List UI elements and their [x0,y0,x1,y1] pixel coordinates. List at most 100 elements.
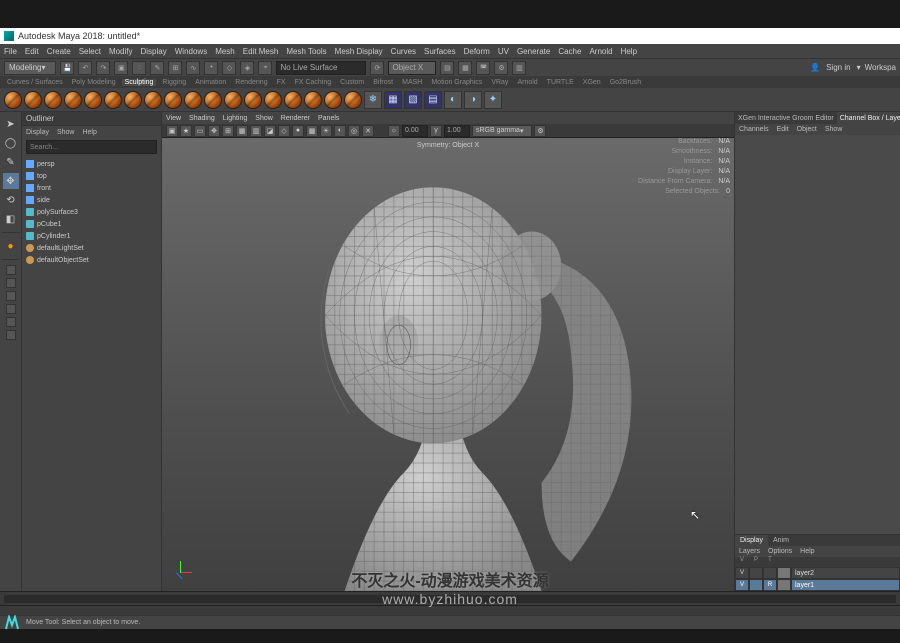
layer-name[interactable]: layer1 [791,579,900,591]
layout-graph-icon[interactable] [6,317,16,327]
vp-settings-icon[interactable]: ⚙ [534,125,546,137]
shelf-tab[interactable]: Animation [192,79,229,86]
last-tool-icon[interactable]: ● [3,238,19,254]
magnet-icon[interactable]: ⌖ [258,61,272,75]
viewport-3d[interactable]: Symmetry: Object X Backfaces:N/A Smoothn… [162,138,734,591]
sculpt-brush-icon[interactable] [264,91,282,109]
menu-deform[interactable]: Deform [464,47,490,56]
snap-plane-icon[interactable]: ◇ [222,61,236,75]
outliner-menu-show[interactable]: Show [57,129,75,136]
select-tool-icon[interactable]: ➤ [3,116,19,132]
scale-tool-icon[interactable]: ◧ [3,211,19,227]
paint-select-icon[interactable]: ✎ [150,61,164,75]
menu-edit[interactable]: Edit [25,47,39,56]
vp-image-plane-icon[interactable]: ▭ [194,125,206,137]
cb-menu-show[interactable]: Show [825,126,843,133]
undo-icon[interactable]: ↶ [78,61,92,75]
outliner-menu-display[interactable]: Display [26,129,49,136]
outliner-item[interactable]: pCylinder1 [26,230,157,242]
sculpt-brush-icon[interactable] [24,91,42,109]
sculpt-brush-icon[interactable] [244,91,262,109]
vp-film-gate-icon[interactable]: ▦ [236,125,248,137]
vp-menu-view[interactable]: View [166,115,181,122]
sculpt-brush-icon[interactable] [124,91,142,109]
layer-visible-toggle[interactable]: V [735,567,749,579]
select-mode-icon[interactable]: ▣ [114,61,128,75]
menu-windows[interactable]: Windows [175,47,207,56]
render-settings-icon[interactable]: ⚙ [494,61,508,75]
menu-mesh[interactable]: Mesh [215,47,235,56]
sculpt-brush-icon[interactable] [204,91,222,109]
shelf-tab[interactable]: FX [274,79,289,86]
rotate-tool-icon[interactable]: ⟲ [3,192,19,208]
vp-exposure-icon[interactable]: ☼ [388,125,400,137]
shelf-tab[interactable]: Curves / Surfaces [4,79,66,86]
shelf-tab[interactable]: Go2Brush [607,79,645,86]
paint-tool-icon[interactable]: ✎ [3,154,19,170]
save-icon[interactable]: 💾 [60,61,74,75]
shelf-tab-active[interactable]: Sculpting [122,79,157,86]
vp-resolution-icon[interactable]: ▥ [250,125,262,137]
layout-four-icon[interactable] [6,278,16,288]
menu-mesh-display[interactable]: Mesh Display [335,47,383,56]
shelf-tab[interactable]: XGen [580,79,604,86]
outliner-item[interactable]: defaultObjectSet [26,254,157,266]
layout-outliner-icon[interactable] [6,304,16,314]
menu-display[interactable]: Display [141,47,167,56]
signin-button[interactable]: 👤 Sign in ▾ [810,63,860,72]
menu-curves[interactable]: Curves [391,47,416,56]
layer-playback-toggle[interactable] [749,567,763,579]
layout-persp-icon[interactable] [6,291,16,301]
vp-gamma-icon[interactable]: γ [430,125,442,137]
menu-uv[interactable]: UV [498,47,509,56]
layer-tab-anim[interactable]: Anim [768,535,794,546]
sculpt-brush-icon[interactable] [64,91,82,109]
vp-shaded-icon[interactable]: ● [292,125,304,137]
cb-menu-edit[interactable]: Edit [777,126,789,133]
menu-file[interactable]: File [4,47,17,56]
vp-menu-renderer[interactable]: Renderer [281,115,310,122]
outliner-item[interactable]: polySurface3 [26,206,157,218]
snap-live-icon[interactable]: ◈ [240,61,254,75]
xgen-tool-icon[interactable]: ▧ [404,91,422,109]
shelf-tab[interactable]: Motion Graphics [428,79,485,86]
redo-icon[interactable]: ↷ [96,61,110,75]
layer-type-toggle[interactable] [763,567,777,579]
vp-gate-mask-icon[interactable]: ◪ [264,125,276,137]
xgen-tool-icon[interactable]: ▤ [424,91,442,109]
menu-select[interactable]: Select [79,47,101,56]
layout-dope-icon[interactable] [6,330,16,340]
vp-far-clip-field[interactable]: 1.00 [444,125,470,137]
lasso-tool-icon[interactable]: ◯ [3,135,19,151]
vp-menu-lighting[interactable]: Lighting [223,115,248,122]
outliner-item[interactable]: front [26,182,157,194]
layer-color-swatch[interactable] [777,567,791,579]
sculpt-brush-icon[interactable] [224,91,242,109]
vp-2d-pan-icon[interactable]: ✥ [208,125,220,137]
sculpt-brush-icon[interactable] [304,91,322,109]
snap-curve-icon[interactable]: ∿ [186,61,200,75]
menu-arnold[interactable]: Arnold [589,47,612,56]
move-tool-icon[interactable]: ✥ [3,173,19,189]
time-slider-track[interactable] [4,595,896,603]
layer-row[interactable]: V R layer1 [735,579,900,591]
shelf-tab[interactable]: Arnold [514,79,540,86]
layer-menu-help[interactable]: Help [800,548,814,555]
vp-isolate-icon[interactable]: ◎ [348,125,360,137]
menu-create[interactable]: Create [47,47,71,56]
sculpt-brush-icon[interactable] [164,91,182,109]
snap-point-icon[interactable]: • [204,61,218,75]
render-icon[interactable]: ▦ [458,61,472,75]
layer-tab-display[interactable]: Display [735,535,768,546]
sculpt-brush-icon[interactable] [284,91,302,109]
vp-select-camera-icon[interactable]: ▣ [166,125,178,137]
sculpt-brush-icon[interactable] [144,91,162,109]
shelf-tab[interactable]: Custom [337,79,367,86]
sculpt-brush-icon[interactable] [184,91,202,109]
workspace-selector[interactable]: Modeling ▾ [4,61,56,75]
sculpt-tool-icon[interactable]: ◐ [444,91,462,109]
menu-generate[interactable]: Generate [517,47,550,56]
lasso-icon[interactable]: ◌ [132,61,146,75]
ipr-render-icon[interactable]: ◚ [476,61,490,75]
vp-menu-shading[interactable]: Shading [189,115,215,122]
